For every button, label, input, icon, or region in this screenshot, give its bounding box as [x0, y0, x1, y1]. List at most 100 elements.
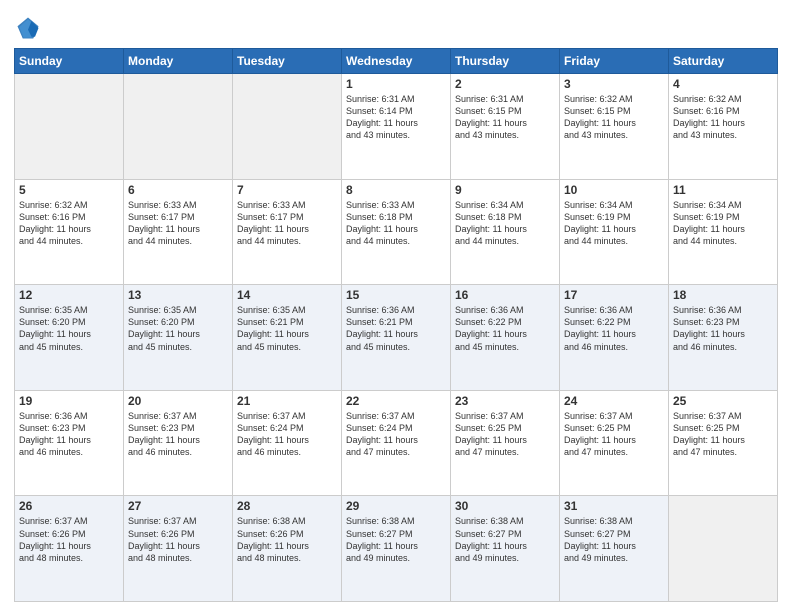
day-info: Sunrise: 6:36 AM Sunset: 6:22 PM Dayligh… [455, 304, 555, 353]
day-number: 7 [237, 183, 337, 197]
day-number: 28 [237, 499, 337, 513]
weekday-wednesday: Wednesday [342, 49, 451, 74]
calendar-cell: 30 Sunrise: 6:38 AM Sunset: 6:27 PM Dayli… [451, 496, 560, 602]
day-number: 15 [346, 288, 446, 302]
day-info: Sunrise: 6:36 AM Sunset: 6:23 PM Dayligh… [673, 304, 773, 353]
day-number: 31 [564, 499, 664, 513]
page: SundayMondayTuesdayWednesdayThursdayFrid… [0, 0, 792, 612]
day-info: Sunrise: 6:32 AM Sunset: 6:16 PM Dayligh… [19, 199, 119, 248]
logo-icon [14, 14, 42, 42]
day-number: 16 [455, 288, 555, 302]
calendar-week-5: 26 Sunrise: 6:37 AM Sunset: 6:26 PM Dayli… [15, 496, 778, 602]
weekday-header-row: SundayMondayTuesdayWednesdayThursdayFrid… [15, 49, 778, 74]
calendar-cell: 25Sunrise: 6:37 AM Sunset: 6:25 PM Dayli… [669, 390, 778, 496]
day-info: Sunrise: 6:38 AM Sunset: 6:26 PM Dayligh… [237, 515, 337, 564]
calendar-cell: 6 Sunrise: 6:33 AM Sunset: 6:17 PM Daylig… [124, 179, 233, 285]
day-info: Sunrise: 6:37 AM Sunset: 6:25 PM Dayligh… [455, 410, 555, 459]
day-info: Sunrise: 6:36 AM Sunset: 6:21 PM Dayligh… [346, 304, 446, 353]
day-info: Sunrise: 6:33 AM Sunset: 6:18 PM Dayligh… [346, 199, 446, 248]
weekday-saturday: Saturday [669, 49, 778, 74]
day-info: Sunrise: 6:35 AM Sunset: 6:21 PM Dayligh… [237, 304, 337, 353]
day-info: Sunrise: 6:37 AM Sunset: 6:26 PM Dayligh… [128, 515, 228, 564]
calendar-cell: 7 Sunrise: 6:33 AM Sunset: 6:17 PM Daylig… [233, 179, 342, 285]
calendar-week-3: 12 Sunrise: 6:35 AM Sunset: 6:20 PM Dayli… [15, 285, 778, 391]
calendar-cell: 26 Sunrise: 6:37 AM Sunset: 6:26 PM Dayli… [15, 496, 124, 602]
day-number: 19 [19, 394, 119, 408]
calendar-cell: 10Sunrise: 6:34 AM Sunset: 6:19 PM Dayli… [560, 179, 669, 285]
day-number: 8 [346, 183, 446, 197]
day-number: 30 [455, 499, 555, 513]
day-number: 9 [455, 183, 555, 197]
day-info: Sunrise: 6:38 AM Sunset: 6:27 PM Dayligh… [455, 515, 555, 564]
day-number: 3 [564, 77, 664, 91]
day-number: 17 [564, 288, 664, 302]
calendar-table: SundayMondayTuesdayWednesdayThursdayFrid… [14, 48, 778, 602]
day-number: 4 [673, 77, 773, 91]
calendar-cell: 5 Sunrise: 6:32 AM Sunset: 6:16 PM Daylig… [15, 179, 124, 285]
day-number: 11 [673, 183, 773, 197]
day-info: Sunrise: 6:38 AM Sunset: 6:27 PM Dayligh… [346, 515, 446, 564]
day-number: 25 [673, 394, 773, 408]
calendar-cell: 11 Sunrise: 6:34 AM Sunset: 6:19 PM Dayli… [669, 179, 778, 285]
calendar-cell: 28 Sunrise: 6:38 AM Sunset: 6:26 PM Dayli… [233, 496, 342, 602]
weekday-monday: Monday [124, 49, 233, 74]
day-info: Sunrise: 6:37 AM Sunset: 6:24 PM Dayligh… [237, 410, 337, 459]
calendar-cell: 14 Sunrise: 6:35 AM Sunset: 6:21 PM Dayli… [233, 285, 342, 391]
weekday-sunday: Sunday [15, 49, 124, 74]
weekday-friday: Friday [560, 49, 669, 74]
day-info: Sunrise: 6:33 AM Sunset: 6:17 PM Dayligh… [128, 199, 228, 248]
calendar-cell: 9Sunrise: 6:34 AM Sunset: 6:18 PM Daylig… [451, 179, 560, 285]
day-info: Sunrise: 6:36 AM Sunset: 6:23 PM Dayligh… [19, 410, 119, 459]
day-number: 23 [455, 394, 555, 408]
day-info: Sunrise: 6:35 AM Sunset: 6:20 PM Dayligh… [128, 304, 228, 353]
calendar-cell: 29 Sunrise: 6:38 AM Sunset: 6:27 PM Dayli… [342, 496, 451, 602]
calendar-cell: 22 Sunrise: 6:37 AM Sunset: 6:24 PM Dayli… [342, 390, 451, 496]
day-number: 14 [237, 288, 337, 302]
day-number: 13 [128, 288, 228, 302]
day-number: 26 [19, 499, 119, 513]
calendar-cell: 27 Sunrise: 6:37 AM Sunset: 6:26 PM Dayli… [124, 496, 233, 602]
day-number: 1 [346, 77, 446, 91]
day-number: 6 [128, 183, 228, 197]
day-number: 22 [346, 394, 446, 408]
calendar-cell [233, 74, 342, 180]
day-number: 12 [19, 288, 119, 302]
day-number: 27 [128, 499, 228, 513]
day-info: Sunrise: 6:36 AM Sunset: 6:22 PM Dayligh… [564, 304, 664, 353]
day-info: Sunrise: 6:34 AM Sunset: 6:19 PM Dayligh… [673, 199, 773, 248]
day-info: Sunrise: 6:37 AM Sunset: 6:24 PM Dayligh… [346, 410, 446, 459]
day-number: 5 [19, 183, 119, 197]
day-info: Sunrise: 6:37 AM Sunset: 6:23 PM Dayligh… [128, 410, 228, 459]
day-number: 20 [128, 394, 228, 408]
header [14, 10, 778, 42]
calendar-cell: 2Sunrise: 6:31 AM Sunset: 6:15 PM Daylig… [451, 74, 560, 180]
calendar-cell: 3 Sunrise: 6:32 AM Sunset: 6:15 PM Daylig… [560, 74, 669, 180]
calendar-cell [669, 496, 778, 602]
calendar-cell: 8 Sunrise: 6:33 AM Sunset: 6:18 PM Daylig… [342, 179, 451, 285]
day-info: Sunrise: 6:37 AM Sunset: 6:26 PM Dayligh… [19, 515, 119, 564]
day-number: 29 [346, 499, 446, 513]
calendar-cell: 20 Sunrise: 6:37 AM Sunset: 6:23 PM Dayli… [124, 390, 233, 496]
day-number: 18 [673, 288, 773, 302]
calendar-cell: 12 Sunrise: 6:35 AM Sunset: 6:20 PM Dayli… [15, 285, 124, 391]
day-info: Sunrise: 6:38 AM Sunset: 6:27 PM Dayligh… [564, 515, 664, 564]
calendar-cell: 18 Sunrise: 6:36 AM Sunset: 6:23 PM Dayli… [669, 285, 778, 391]
calendar-cell: 1Sunrise: 6:31 AM Sunset: 6:14 PM Daylig… [342, 74, 451, 180]
calendar-cell: 17 Sunrise: 6:36 AM Sunset: 6:22 PM Dayli… [560, 285, 669, 391]
day-info: Sunrise: 6:37 AM Sunset: 6:25 PM Dayligh… [564, 410, 664, 459]
calendar-week-2: 5 Sunrise: 6:32 AM Sunset: 6:16 PM Daylig… [15, 179, 778, 285]
logo-area [14, 14, 44, 42]
calendar-week-4: 19 Sunrise: 6:36 AM Sunset: 6:23 PM Dayli… [15, 390, 778, 496]
calendar-cell [124, 74, 233, 180]
calendar-cell [15, 74, 124, 180]
day-info: Sunrise: 6:34 AM Sunset: 6:19 PM Dayligh… [564, 199, 664, 248]
calendar-cell: 21Sunrise: 6:37 AM Sunset: 6:24 PM Dayli… [233, 390, 342, 496]
calendar-cell: 31 Sunrise: 6:38 AM Sunset: 6:27 PM Dayli… [560, 496, 669, 602]
day-info: Sunrise: 6:35 AM Sunset: 6:20 PM Dayligh… [19, 304, 119, 353]
day-info: Sunrise: 6:32 AM Sunset: 6:16 PM Dayligh… [673, 93, 773, 142]
calendar-cell: 23 Sunrise: 6:37 AM Sunset: 6:25 PM Dayli… [451, 390, 560, 496]
day-info: Sunrise: 6:32 AM Sunset: 6:15 PM Dayligh… [564, 93, 664, 142]
day-info: Sunrise: 6:33 AM Sunset: 6:17 PM Dayligh… [237, 199, 337, 248]
day-info: Sunrise: 6:31 AM Sunset: 6:15 PM Dayligh… [455, 93, 555, 142]
weekday-tuesday: Tuesday [233, 49, 342, 74]
